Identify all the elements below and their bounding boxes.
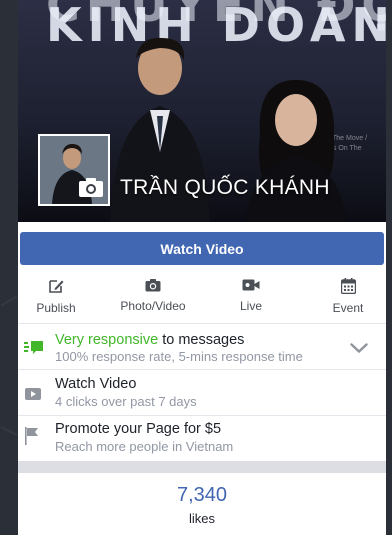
promote-detail: Reach more people in Vietnam xyxy=(55,439,234,454)
section-separator xyxy=(18,461,386,473)
background-line xyxy=(0,426,18,436)
messenger-responsive-icon xyxy=(24,341,43,354)
video-camera-icon xyxy=(242,279,260,291)
chevron-down-icon[interactable] xyxy=(350,343,368,354)
response-status: Very responsive to messages xyxy=(55,332,244,348)
likes-count[interactable]: 7,340 xyxy=(18,484,386,507)
background-line xyxy=(0,295,18,307)
cover-photo[interactable]: CHUYỂN ĐỘNG KINH DOANH ess On The Move /… xyxy=(18,0,386,222)
camera-icon xyxy=(145,279,161,292)
photo-video-button[interactable]: Photo/Video xyxy=(108,274,198,320)
watch-video-title: Watch Video xyxy=(55,376,137,392)
action-bar: Publish Photo/Video Live Event xyxy=(18,274,386,320)
photo-video-label: Photo/Video xyxy=(120,299,186,313)
edit-icon xyxy=(49,280,64,293)
response-detail: 100% response rate, 5-mins response time xyxy=(55,349,303,364)
likes-label: likes xyxy=(188,511,215,526)
response-highlight: Very responsive xyxy=(55,332,159,348)
page-card: CHUYỂN ĐỘNG KINH DOANH ess On The Move /… xyxy=(18,0,386,535)
watch-video-button[interactable]: Watch Video xyxy=(20,232,384,265)
flag-icon xyxy=(25,427,38,445)
live-button[interactable]: Live xyxy=(206,274,296,320)
page-title: TRẦN QUỐC KHÁNH xyxy=(120,176,330,199)
calendar-icon xyxy=(340,278,356,294)
promote-row[interactable]: Promote your Page for $5 Reach more peop… xyxy=(18,415,386,461)
event-label: Event xyxy=(332,301,364,315)
live-label: Live xyxy=(239,299,262,313)
video-play-icon xyxy=(25,388,41,400)
responsiveness-row[interactable]: Very responsive to messages 100% respons… xyxy=(18,323,386,369)
promote-title: Promote your Page for $5 xyxy=(55,421,222,437)
response-rest: to messages xyxy=(158,332,245,348)
camera-icon[interactable] xyxy=(78,176,104,198)
publish-label: Publish xyxy=(36,301,76,315)
publish-button[interactable]: Publish xyxy=(18,274,101,320)
event-button[interactable]: Event xyxy=(303,274,386,320)
watch-video-stats-row[interactable]: Watch Video 4 clicks over past 7 days xyxy=(18,369,386,415)
watch-video-detail: 4 clicks over past 7 days xyxy=(55,394,197,409)
